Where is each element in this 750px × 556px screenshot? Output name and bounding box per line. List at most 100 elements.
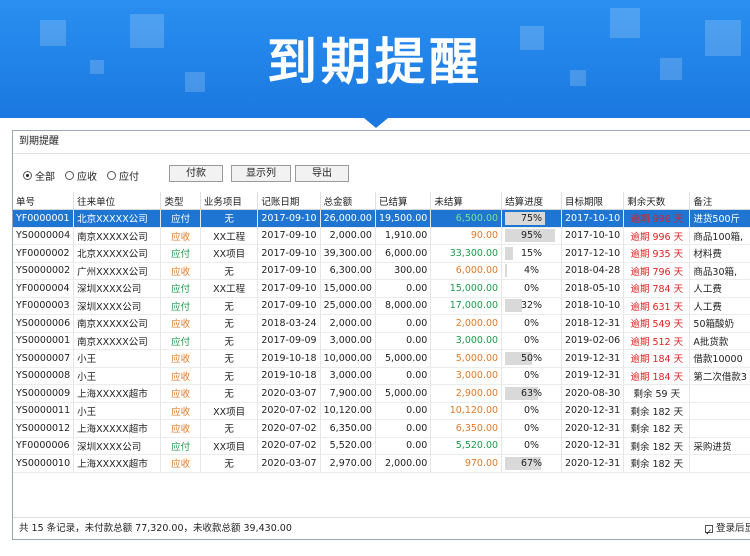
table-row[interactable]: YF0000001 北京XXXXX公司 应付无 2017-09-10 26,000.00… [13,209,750,228]
export-button[interactable]: 导出 [295,165,349,182]
type-cell: 应收 [160,402,201,420]
type-cell: 应收 [160,384,201,403]
table-row[interactable]: YS0000007 小王 应收无 2019-10-18 10,000.00 5,000.0… [13,349,750,368]
settled-cell: 8,000.00 [375,297,432,315]
doc-number-cell: YF0000003 [13,297,75,315]
status-summary: 共 15 条记录，未付款总额 77,320.00，未收款总额 39,430.00 [19,523,292,534]
table-row[interactable]: YS0000011 小王 应收 XX项目 2020-07-02 10,120.00 0.00… [13,402,750,420]
progress-label: 0% [523,422,540,434]
date-cell: 2017-09-09 [257,332,321,350]
column-header[interactable]: 类型 [160,192,201,210]
column-header[interactable]: 已结算 [375,192,432,210]
type-cell: 应收 [160,454,201,473]
item-cell: XX项目 [200,402,259,420]
unit-cell: 深圳XXXX公司 [73,279,162,298]
doc-number-cell: YS0000002 [13,262,75,280]
progress-label: 32% [520,300,543,312]
deadline-cell: 2019-12-31 [561,367,625,385]
progress-cell: 4% [501,262,562,280]
total-cell: 7,900.00 [320,384,376,403]
banner-title: 到期提醒 [267,33,483,91]
column-header[interactable]: 未结算 [430,192,503,210]
settled-cell: 5,000.00 [375,349,432,368]
progress-cell: 63% [501,384,562,403]
doc-number-cell: YS0000010 [13,454,75,473]
table-row[interactable]: YF0000004 深圳XXXX公司 应付 XX工程 2017-09-10 15,000.… [13,279,750,298]
type-cell: 应收 [160,227,201,245]
remaining-days-cell: 逾期 631 天 [623,297,691,315]
column-header[interactable]: 剩余天数 [623,192,691,210]
date-cell: 2017-09-10 [257,262,321,280]
table-row[interactable]: YS0000012 上海XXXXX超市 应收无 2020-07-02 6,350.00 0… [13,419,750,438]
radio-dot-icon [65,171,74,180]
reminder-table: 单号 往来单位 类型 业务项目 记账日期 总金额 已结算 未结算 结算进度 目标期限 剩余天数 备注 … [13,192,750,473]
note-cell [689,454,750,473]
login-checkbox[interactable]: 登录后显 [705,518,750,544]
note-cell: 采购进货 [689,437,750,455]
table-row[interactable]: YF0000003 深圳XXXX公司 应付无 2017-09-10 25,000.00 8… [13,297,750,315]
table-row[interactable]: YS0000006 南京XXXXX公司 应收无 2018-03-24 2,000.00 0… [13,314,750,333]
table-row[interactable]: YF0000002 北京XXXXX公司 应付 XX项目 2017-09-10 39,300… [13,244,750,263]
column-header[interactable]: 单号 [13,192,75,210]
column-header[interactable]: 备注 [689,192,750,210]
progress-label: 75% [520,212,543,224]
deadline-cell: 2017-10-10 [561,227,625,245]
item-cell: XX工程 [200,279,259,298]
unsettled-cell: 90.00 [430,227,503,245]
progress-label: 0% [523,282,540,294]
unsettled-cell: 33,300.00 [430,244,503,263]
unit-cell: 小王 [73,367,162,385]
deadline-cell: 2020-12-31 [561,437,625,455]
column-header[interactable]: 结算进度 [501,192,562,210]
remaining-days-cell: 逾期 935 天 [623,244,691,263]
radio-dot-icon [23,171,32,180]
total-cell: 2,000.00 [320,314,376,333]
settled-cell: 2,000.00 [375,454,432,473]
note-cell: 商品30箱, [689,262,750,280]
type-cell: 应收 [160,349,201,368]
item-cell: 无 [200,262,259,280]
unsettled-cell: 3,000.00 [430,332,503,350]
progress-label: 0% [523,370,540,382]
table-row[interactable]: YS0000008 小王 应收无 2019-10-18 3,000.00 0.00 3,00… [13,367,750,385]
column-header[interactable]: 目标期限 [561,192,625,210]
item-cell: XX项目 [200,437,259,455]
type-cell: 应收 [160,262,201,280]
type-cell: 应付 [160,244,201,263]
progress-cell: 15% [501,244,562,263]
column-header[interactable]: 往来单位 [73,192,162,210]
settled-cell: 0.00 [375,402,432,420]
note-cell: 50箱酸奶 [689,314,750,333]
note-cell [689,384,750,403]
unit-cell: 南京XXXXX公司 [73,227,162,245]
table-row[interactable]: YS0000010 上海XXXXX超市 应收无 2020-03-07 2,970.00 2… [13,454,750,473]
login-checkbox-label: 登录后显 [716,523,750,534]
item-cell: 无 [200,349,259,368]
column-header[interactable]: 业务项目 [200,192,259,210]
table-row[interactable]: YF0000006 深圳XXXX公司 应付 XX项目 2020-07-02 5,520.0… [13,437,750,455]
total-cell: 6,350.00 [320,419,376,438]
pay-button[interactable]: 付款 [169,165,223,182]
table-row[interactable]: YS0000004 南京XXXXX公司 应收 XX工程 2017-09-10 2,000.… [13,227,750,245]
deadline-cell: 2018-12-31 [561,314,625,333]
table-row[interactable]: YS0000009 上海XXXXX超市 应收无 2020-03-07 7,900.00 5… [13,384,750,403]
column-header[interactable]: 记账日期 [257,192,321,210]
unit-cell: 南京XXXXX公司 [73,332,162,350]
table-row[interactable]: YS0000001 南京XXXXX公司 应付无 2017-09-09 3,000.00 0… [13,332,750,350]
unsettled-cell: 6,500.00 [430,209,503,228]
show-columns-button[interactable]: 显示列 [231,165,291,182]
note-cell: A批货款 [689,332,750,350]
filter-receivable-radio[interactable]: 应收 [65,168,97,183]
type-cell: 应付 [160,279,201,298]
note-cell: 借款10000 [689,349,750,368]
filter-payable-radio[interactable]: 应付 [107,168,139,183]
table-row[interactable]: YS0000002 广州XXXXX公司 应收无 2017-09-10 6,300.00 3… [13,262,750,280]
type-cell: 应付 [160,209,201,228]
progress-cell: 32% [501,297,562,315]
deadline-cell: 2017-10-10 [561,209,625,228]
column-header[interactable]: 总金额 [320,192,376,210]
window-title: 到期提醒 [13,131,750,154]
settled-cell: 0.00 [375,419,432,438]
filter-all-radio[interactable]: 全部 [23,168,55,183]
progress-label: 0% [523,440,540,452]
